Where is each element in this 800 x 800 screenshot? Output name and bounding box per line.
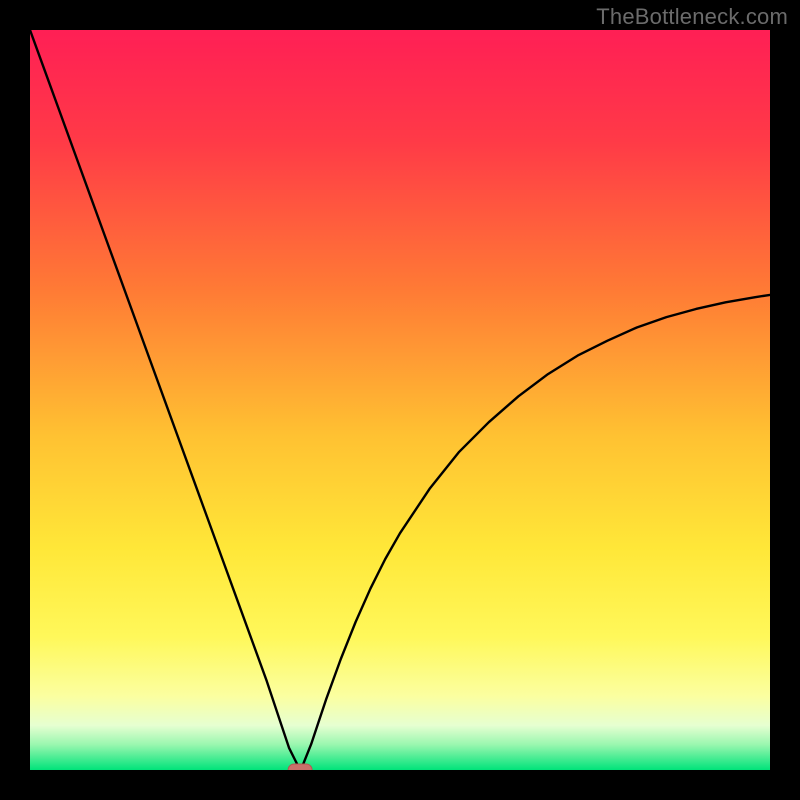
plot-area bbox=[30, 30, 770, 770]
chart-stage: TheBottleneck.com bbox=[0, 0, 800, 800]
watermark-text: TheBottleneck.com bbox=[596, 4, 788, 30]
minimum-marker bbox=[288, 764, 312, 770]
chart-svg bbox=[30, 30, 770, 770]
gradient-background bbox=[30, 30, 770, 770]
